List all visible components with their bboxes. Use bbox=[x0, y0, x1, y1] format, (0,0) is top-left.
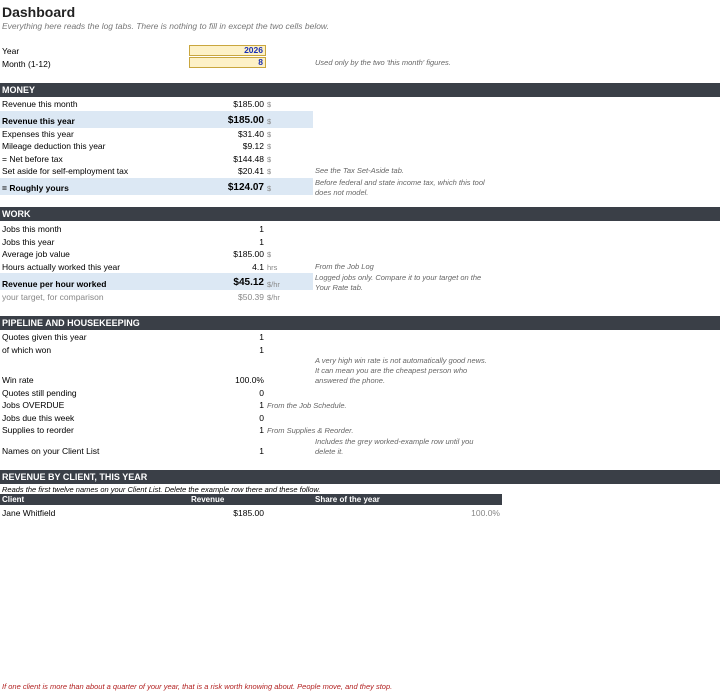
supplies-value: 1 bbox=[259, 425, 264, 435]
page-subtitle: Everything here reads the log tabs. Ther… bbox=[2, 21, 329, 31]
overdue-value: 1 bbox=[259, 400, 264, 410]
win-note-2: It can mean you are the cheapest person … bbox=[315, 366, 468, 375]
set-aside-unit: $ bbox=[267, 167, 272, 176]
roughly-label: = Roughly yours bbox=[2, 183, 69, 193]
page-title: Dashboard bbox=[2, 4, 76, 20]
col-revenue: Revenue bbox=[191, 495, 225, 504]
revenue-month-value: $185.00 bbox=[233, 99, 264, 109]
supplies-note: From Supplies & Reorder. bbox=[267, 426, 354, 435]
overdue-label: Jobs OVERDUE bbox=[2, 400, 65, 410]
jobs-month-label: Jobs this month bbox=[2, 224, 62, 234]
due-week-label: Jobs due this week bbox=[2, 413, 75, 423]
mileage-label: Mileage deduction this year bbox=[2, 141, 106, 151]
col-share: Share of the year bbox=[315, 495, 380, 504]
net-label: = Net before tax bbox=[2, 154, 63, 164]
win-note-1: A very high win rate is not automaticall… bbox=[315, 356, 487, 365]
money-header: MONEY bbox=[0, 83, 720, 97]
hours-unit: hrs bbox=[267, 263, 278, 272]
won-value: 1 bbox=[259, 345, 264, 355]
revenue-year-unit: $ bbox=[267, 117, 272, 126]
overdue-note: From the Job Schedule. bbox=[267, 401, 347, 410]
revenue-month-unit: $ bbox=[267, 100, 272, 109]
revenue-year-label: Revenue this year bbox=[2, 116, 75, 126]
set-aside-value: $20.41 bbox=[238, 166, 264, 176]
won-label: of which won bbox=[2, 345, 52, 355]
roughly-value: $124.07 bbox=[227, 182, 264, 193]
net-value: $144.48 bbox=[233, 154, 264, 164]
revenue-year-value: $185.00 bbox=[227, 115, 264, 126]
rph-label: Revenue per hour worked bbox=[2, 279, 107, 289]
supplies-label: Supplies to reorder bbox=[2, 425, 74, 435]
roughly-note-1: Before federal and state income tax, whi… bbox=[315, 178, 485, 187]
win-rate-label: Win rate bbox=[2, 375, 34, 385]
quotes-label: Quotes given this year bbox=[2, 332, 87, 342]
year-input[interactable]: 2026 bbox=[189, 45, 266, 56]
pipeline-header: PIPELINE AND HOUSEKEEPING bbox=[0, 316, 720, 330]
expenses-label: Expenses this year bbox=[2, 129, 74, 139]
revenue-by-client-subtitle: Reads the first twelve names on your Cli… bbox=[2, 485, 321, 494]
target-label: your target, for comparison bbox=[2, 292, 104, 302]
month-input[interactable]: 8 bbox=[189, 57, 266, 68]
set-aside-label: Set aside for self-employment tax bbox=[2, 166, 129, 176]
win-note-3: answered the phone. bbox=[315, 376, 386, 385]
roughly-unit: $ bbox=[267, 184, 272, 193]
client-table-header: Client Revenue Share of the year bbox=[0, 494, 502, 505]
hours-note: From the Job Log bbox=[315, 262, 374, 271]
rph-note-2: Your Rate tab. bbox=[315, 283, 363, 291]
client-note-1: Includes the grey worked-example row unt… bbox=[315, 437, 474, 446]
avg-job-value: $185.00 bbox=[233, 249, 264, 259]
revenue-month-label: Revenue this month bbox=[2, 99, 78, 109]
month-label: Month (1-12) bbox=[2, 59, 51, 69]
hours-value: 4.1 bbox=[252, 262, 264, 272]
clients-label: Names on your Client List bbox=[2, 446, 100, 456]
avg-job-unit: $ bbox=[267, 250, 272, 259]
due-week-value: 0 bbox=[259, 413, 264, 423]
roughly-note-2: does not model. bbox=[315, 188, 369, 196]
rph-note-1: Logged jobs only. Compare it to your tar… bbox=[315, 273, 482, 282]
jobs-year-label: Jobs this year bbox=[2, 237, 55, 247]
work-header: WORK bbox=[0, 207, 720, 221]
mileage-unit: $ bbox=[267, 142, 272, 151]
rph-value: $45.12 bbox=[233, 277, 264, 288]
footer-warning: If one client is more than about a quart… bbox=[2, 682, 393, 691]
jobs-year-value: 1 bbox=[259, 237, 264, 247]
target-unit: $/hr bbox=[267, 293, 280, 302]
mileage-value: $9.12 bbox=[242, 141, 264, 151]
net-unit: $ bbox=[267, 155, 272, 164]
client-row-share: 100.0% bbox=[471, 508, 500, 518]
revenue-by-client-header: REVENUE BY CLIENT, THIS YEAR bbox=[0, 470, 720, 484]
win-rate-value: 100.0% bbox=[235, 375, 264, 385]
target-value: $50.39 bbox=[238, 292, 264, 302]
client-row-revenue: $185.00 bbox=[233, 508, 264, 518]
jobs-month-value: 1 bbox=[259, 224, 264, 234]
clients-value: 1 bbox=[259, 446, 264, 456]
hours-label: Hours actually worked this year bbox=[2, 262, 121, 272]
avg-job-label: Average job value bbox=[2, 249, 70, 259]
expenses-unit: $ bbox=[267, 130, 272, 139]
col-client: Client bbox=[2, 495, 25, 504]
set-aside-note: See the Tax Set-Aside tab. bbox=[315, 166, 404, 175]
quotes-value: 1 bbox=[259, 332, 264, 342]
rph-unit: $/hr bbox=[267, 280, 280, 289]
client-note-2: delete it. bbox=[315, 447, 344, 456]
month-note: Used only by the two 'this month' figure… bbox=[315, 58, 451, 67]
expenses-value: $31.40 bbox=[238, 129, 264, 139]
client-row-name: Jane Whitfield bbox=[2, 508, 56, 518]
pending-label: Quotes still pending bbox=[2, 388, 77, 398]
pending-value: 0 bbox=[259, 388, 264, 398]
year-label: Year bbox=[2, 46, 20, 56]
